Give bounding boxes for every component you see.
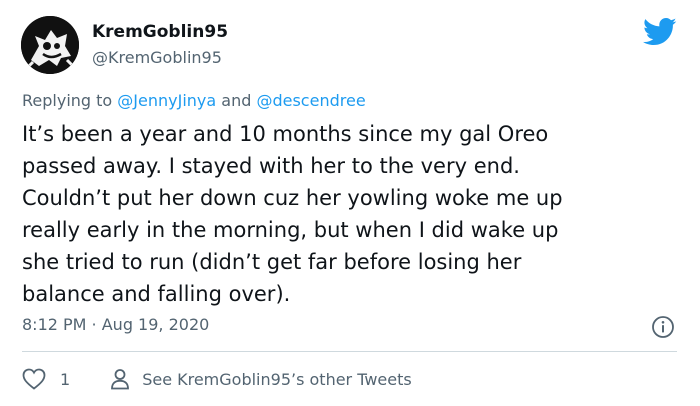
handle[interactable]: @KremGoblin95 <box>92 47 228 69</box>
see-other-tweets-label: See KremGoblin95’s other Tweets <box>142 369 412 389</box>
reply-joiner: and <box>216 91 257 110</box>
tweet-actions: 1 See KremGoblin95’s other Tweets <box>22 366 412 392</box>
mention-descendree[interactable]: @descendree <box>256 91 365 110</box>
heart-icon <box>22 368 46 390</box>
twitter-bird-icon[interactable] <box>643 17 677 47</box>
avatar[interactable] <box>21 16 79 74</box>
tweet-text: It’s been a year and 10 months since my … <box>22 122 563 306</box>
person-icon <box>111 369 130 390</box>
tweet-card: KremGoblin95 @KremGoblin95 Replying to @… <box>0 0 700 406</box>
reply-prefix: Replying to <box>22 91 118 110</box>
like-count: 1 <box>60 369 71 389</box>
author-block: KremGoblin95 @KremGoblin95 <box>92 21 228 69</box>
divider <box>22 351 677 352</box>
display-name[interactable]: KremGoblin95 <box>92 21 228 43</box>
mention-jennyjinya[interactable]: @JennyJinya <box>117 91 216 110</box>
info-icon[interactable] <box>651 315 675 339</box>
replying-to: Replying to @JennyJinya and @descendree <box>22 90 366 112</box>
cartoon-character-avatar <box>21 16 79 74</box>
see-other-tweets-link[interactable]: See KremGoblin95’s other Tweets <box>110 368 412 390</box>
tweet-timestamp[interactable]: 8:12 PM · Aug 19, 2020 <box>22 314 209 336</box>
like-button[interactable]: 1 <box>22 368 70 390</box>
